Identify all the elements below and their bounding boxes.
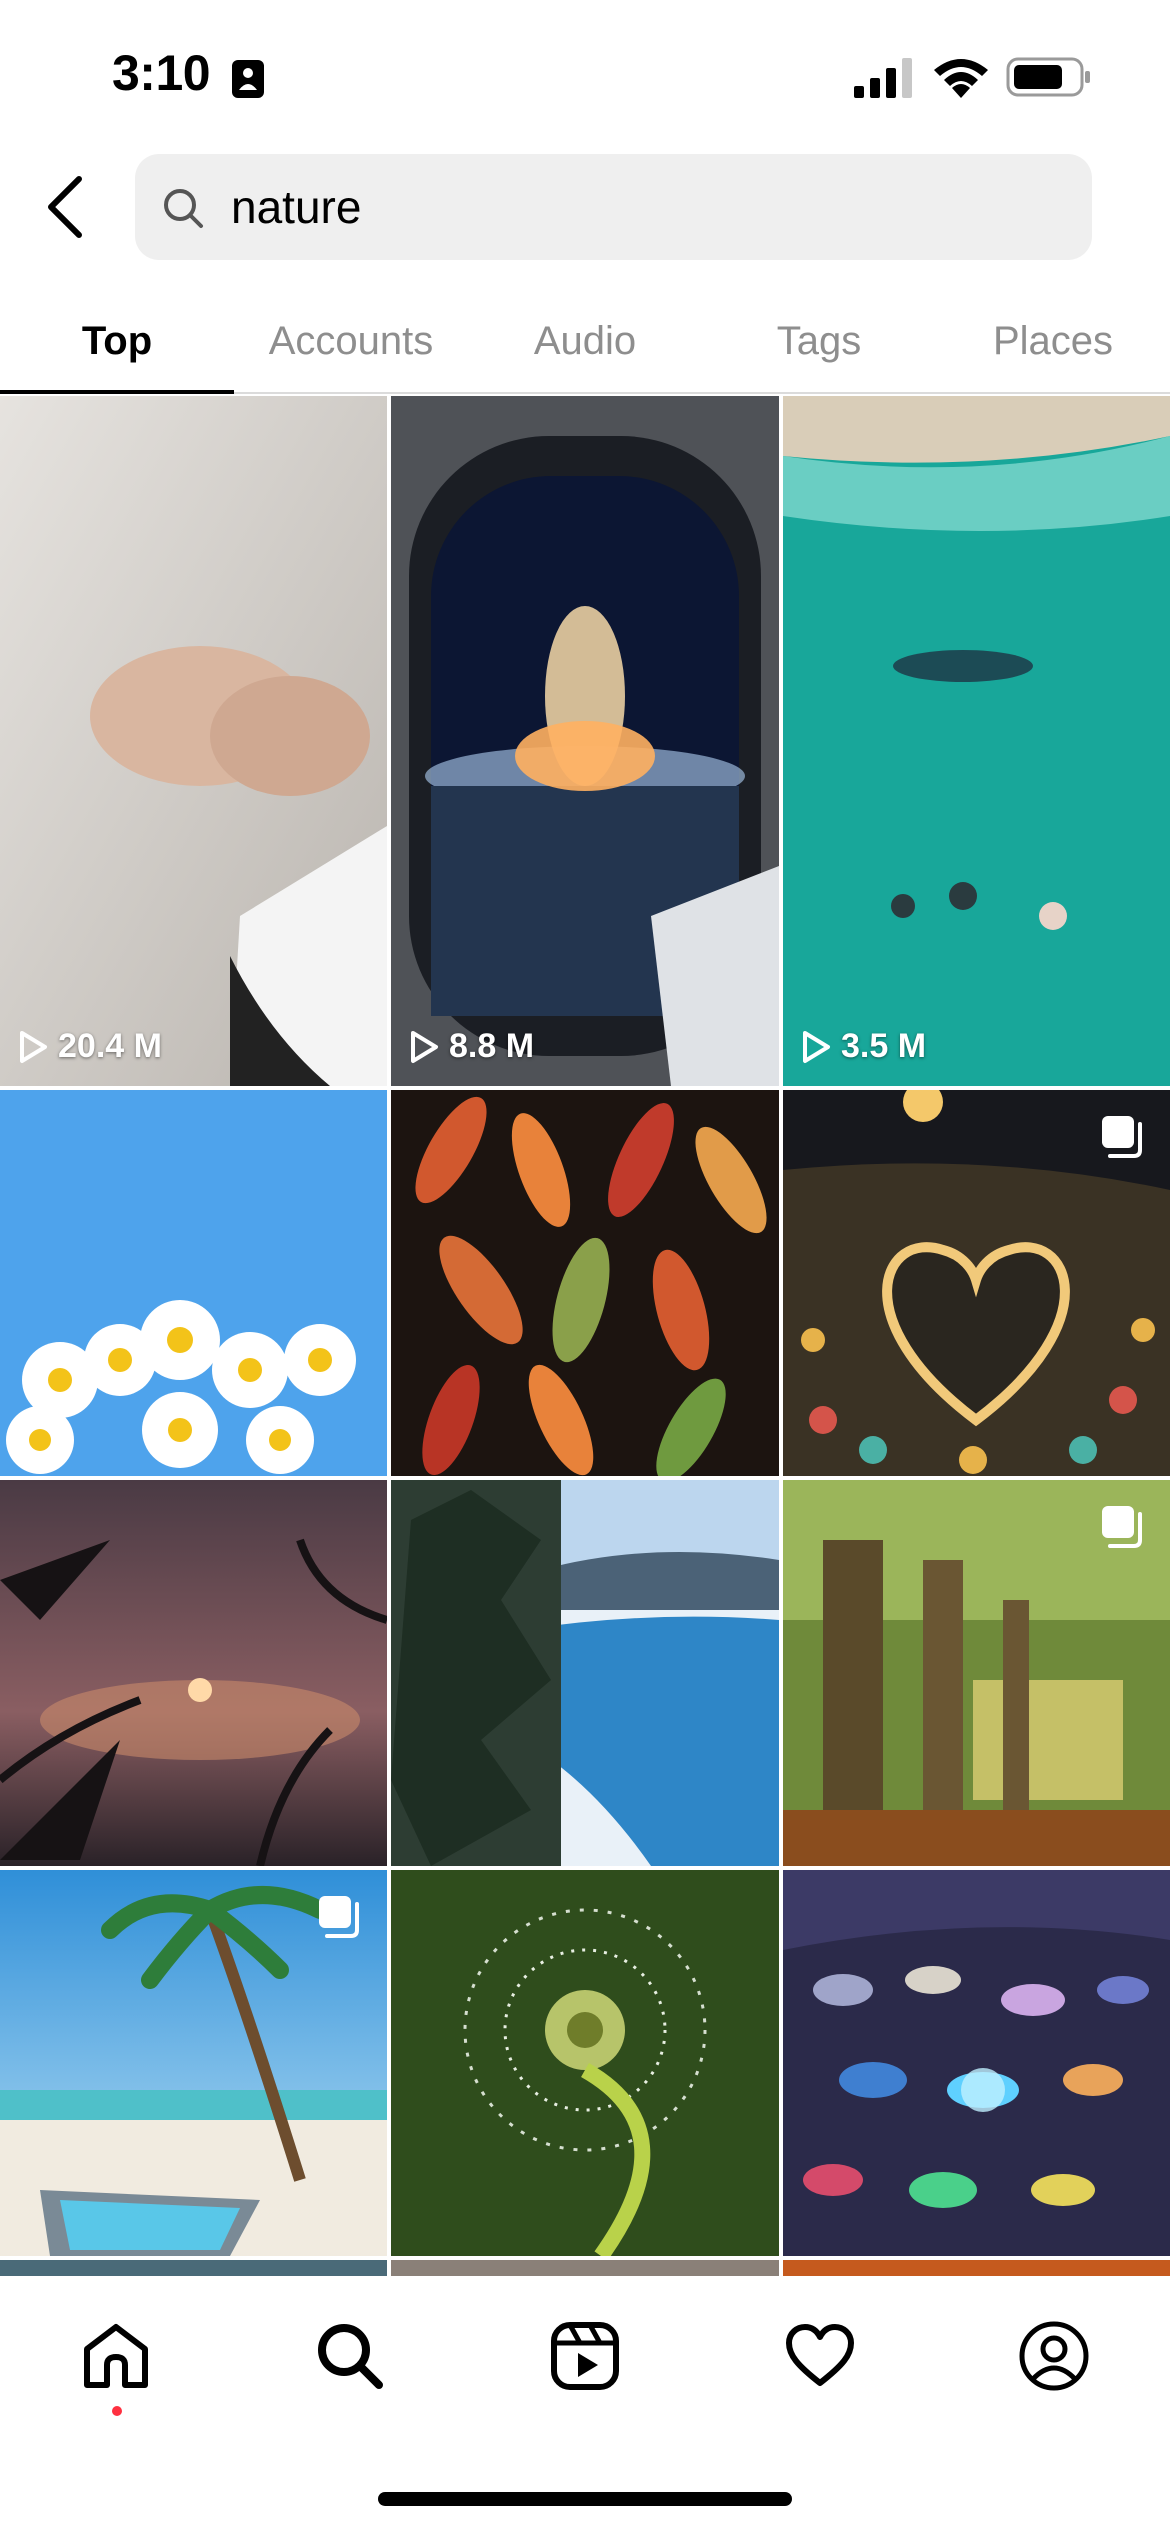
post-tile[interactable] [391,2260,779,2276]
tab-accounts[interactable]: Accounts [234,290,468,392]
reel-view-count: 3.5 M [801,1027,926,1066]
nav-profile[interactable] [1004,2306,1104,2406]
reel-tile[interactable]: 20.4 M [0,396,387,1086]
search-input[interactable] [231,154,1071,260]
post-tile[interactable] [0,1870,387,2256]
battery-icon [1006,57,1090,97]
reel-thumbnail-hands-wall [0,396,387,1086]
wifi-icon [934,59,988,98]
multiple-posts-icon [1102,1506,1142,1548]
reels-icon [551,2322,619,2390]
reel-thumbnail-ocean-whale [783,396,1170,1086]
home-indicator [378,2492,792,2506]
search-header [0,150,1170,270]
chevron-left-icon [48,176,82,238]
post-tile[interactable] [783,1090,1170,1476]
bottom-tab-bar [0,2276,1170,2532]
profile-icon [1019,2321,1089,2391]
nav-activity[interactable] [770,2306,870,2406]
tab-places[interactable]: Places [936,290,1170,392]
status-bar: 3:10 [0,0,1170,150]
multiple-posts-icon [319,1896,359,1938]
focus-person-icon [232,60,264,98]
reel-tile[interactable]: 3.5 M [783,396,1170,1086]
thumbnail-daisies-sky [0,1090,387,1476]
reel-view-count: 20.4 M [18,1027,162,1066]
post-tile[interactable] [783,2260,1170,2276]
play-icon [803,1030,830,1063]
play-icon [411,1030,438,1063]
post-tile[interactable] [0,1090,387,1476]
post-tile[interactable] [391,1870,779,2256]
multiple-posts-icon [1102,1116,1142,1158]
home-notification-dot [112,2406,122,2416]
search-bar[interactable] [135,154,1092,260]
home-icon [84,2324,148,2388]
post-tile[interactable] [0,2260,387,2276]
post-tile[interactable] [783,1480,1170,1866]
back-button[interactable] [40,172,90,242]
thumbnail-glowing-pebbles [783,1870,1170,2256]
thumbnail-dewy-dandelion [391,1870,779,2256]
active-tab-indicator [0,390,234,394]
tab-audio[interactable]: Audio [468,290,702,392]
post-tile[interactable] [0,1480,387,1866]
nav-search[interactable] [300,2306,400,2406]
search-tabs: Top Accounts Audio Tags Places [0,290,1170,394]
reel-thumbnail-airplane-window [391,396,779,1086]
search-icon [318,2324,383,2389]
search-icon [164,189,203,228]
heart-icon [786,2324,854,2386]
nav-reels[interactable] [535,2306,635,2406]
tab-top[interactable]: Top [0,290,234,392]
thumbnail-snowy-lake [391,1480,779,1866]
nav-home[interactable] [66,2306,166,2406]
view-count-text: 3.5 M [841,1027,927,1065]
thumbnail-moon-branches [0,1480,387,1866]
post-tile[interactable] [391,1480,779,1866]
tab-tags[interactable]: Tags [702,290,936,392]
explore-results-grid: 20.4 M 8.8 M 3.5 M [0,396,1170,2276]
reel-tile[interactable]: 8.8 M [391,396,779,1086]
thumbnail-dew-leaves [391,1090,779,1476]
play-icon [20,1030,47,1063]
status-time: 3:10 [112,45,211,101]
post-tile[interactable] [783,1870,1170,2256]
reel-view-count: 8.8 M [409,1027,534,1066]
view-count-text: 20.4 M [58,1027,162,1065]
cellular-signal-icon [854,58,912,98]
view-count-text: 8.8 M [449,1027,535,1065]
instagram-explore-search-screen: 3:10 nature Top Accounts Audio Tags Plac… [0,0,1170,2532]
post-tile[interactable] [391,1090,779,1476]
